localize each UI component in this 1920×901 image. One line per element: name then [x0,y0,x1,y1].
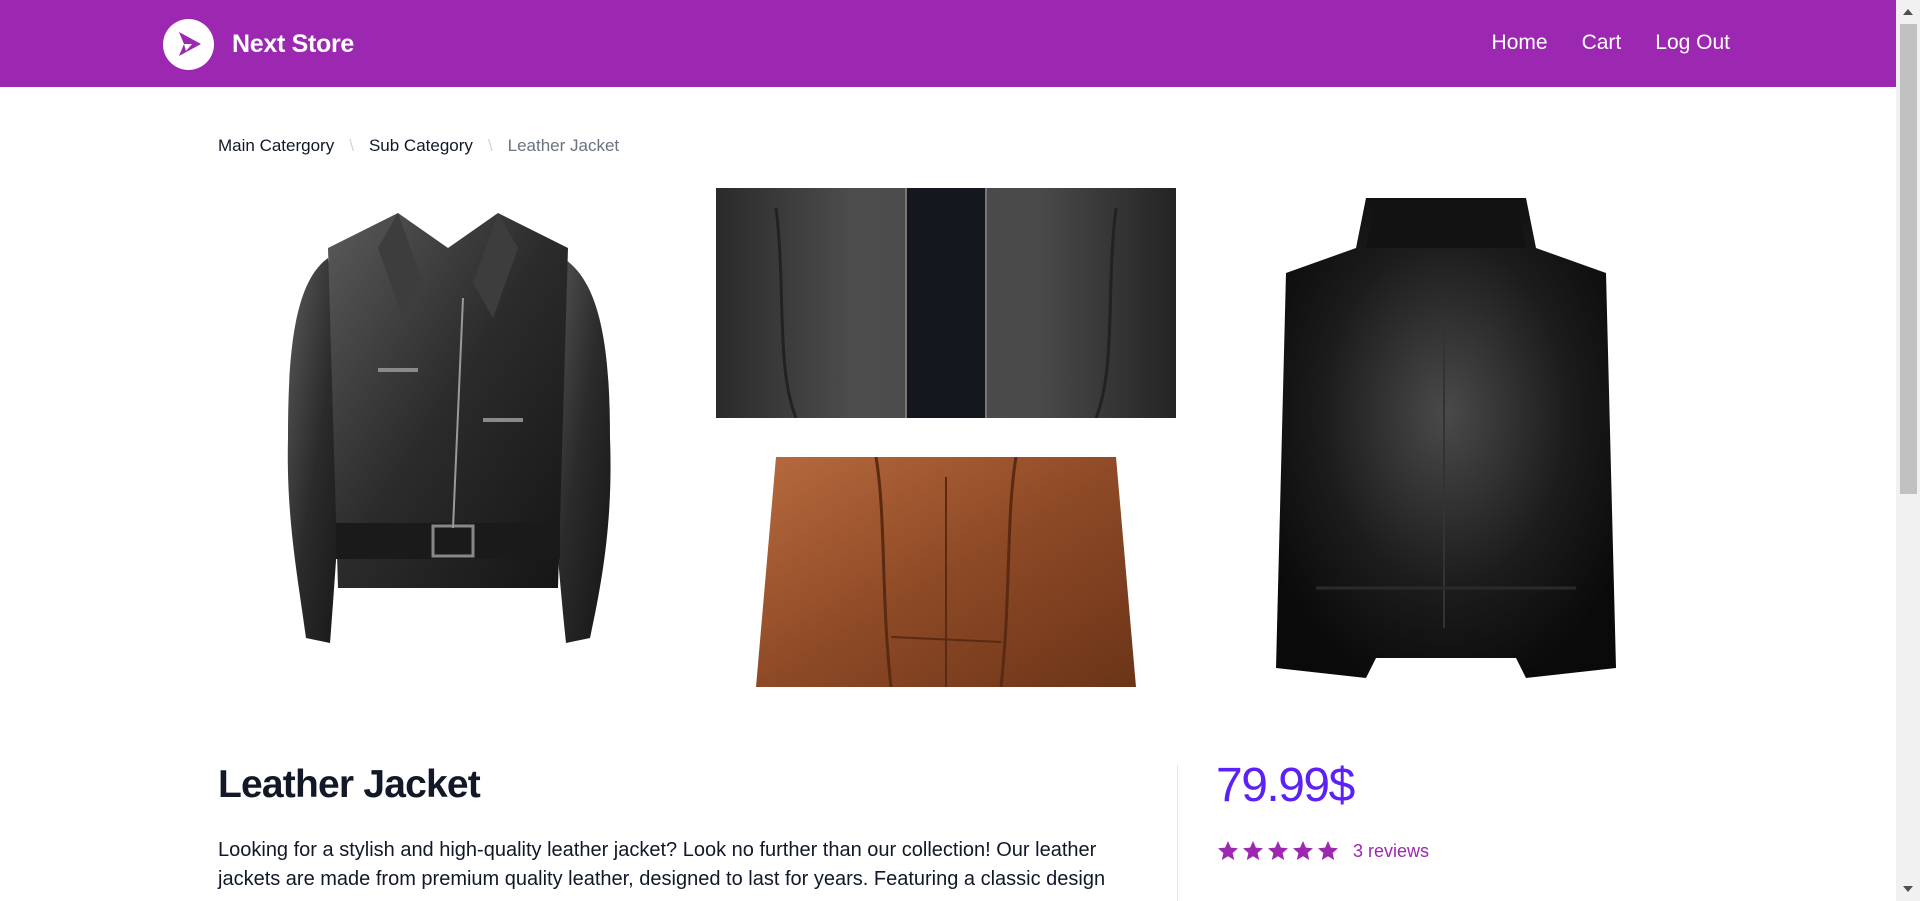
scroll-down-arrow-icon[interactable] [1896,877,1920,901]
brand[interactable]: Next Store [163,18,354,70]
star-icon [1293,841,1313,860]
star-icon [1218,841,1238,860]
page-scrollbar[interactable] [1896,0,1920,901]
brand-logo-icon [163,18,214,70]
star-icon [1318,841,1338,860]
product-rating: 3 reviews [1216,839,1429,863]
brand-name[interactable]: Next Store [232,30,354,59]
breadcrumb: Main Catergory \ Sub Category \ Leather … [218,136,619,156]
product-image-back[interactable] [1216,188,1674,687]
product-price: 79.99$ [1216,759,1355,812]
star-icon [1243,841,1263,860]
reviews-link[interactable]: 3 reviews [1353,841,1429,862]
product-image-brown[interactable] [716,457,1176,687]
product-title: Leather Jacket [218,763,481,806]
breadcrumb-main-category[interactable]: Main Catergory [218,136,334,156]
content-divider [1177,765,1178,901]
nav-cart-link[interactable]: Cart [1582,31,1622,55]
nav-logout-link[interactable]: Log Out [1655,31,1730,55]
scrollbar-thumb[interactable] [1900,24,1917,494]
scroll-up-arrow-icon[interactable] [1896,0,1920,24]
breadcrumb-current: Leather Jacket [507,136,620,155]
star-icon [1268,841,1288,860]
nav-links: Home Cart Log Out [1458,31,1730,55]
product-image-closeup[interactable] [716,188,1176,418]
breadcrumb-sub-category[interactable]: Sub Category [369,136,473,156]
breadcrumb-separator: \ [487,136,493,155]
top-navbar: Next Store Home Cart Log Out [0,0,1896,87]
product-description: Looking for a stylish and high-quality l… [218,839,1106,890]
nav-home-link[interactable]: Home [1492,31,1548,55]
breadcrumb-separator: \ [349,136,354,155]
product-image-front[interactable] [218,188,675,687]
